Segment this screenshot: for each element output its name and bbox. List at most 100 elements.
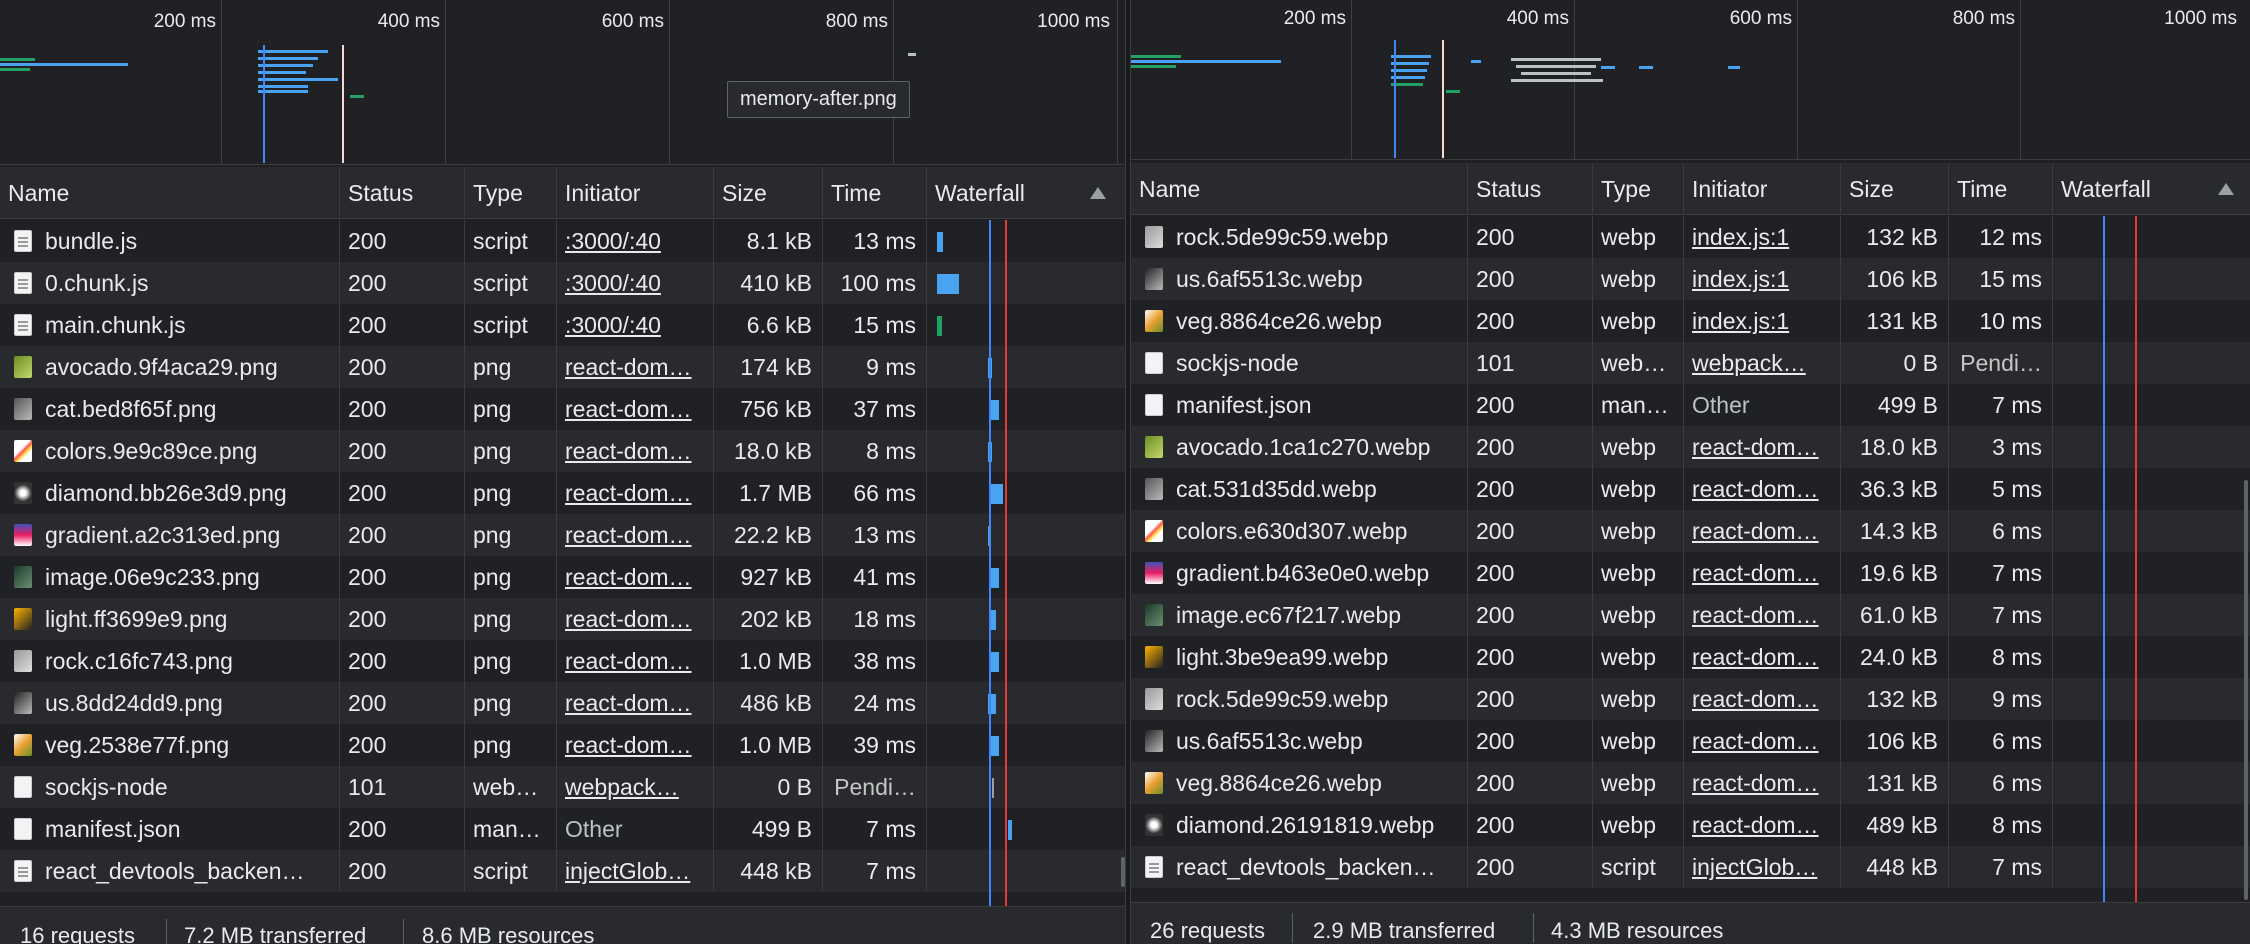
cell-initiator[interactable]: react-dom… — [557, 472, 714, 514]
cell-name[interactable]: us.6af5513c.webp — [1131, 720, 1468, 762]
cell-name[interactable]: react_devtools_backen… — [1131, 846, 1468, 888]
cell-name[interactable]: colors.e630d307.webp — [1131, 510, 1468, 552]
table-row[interactable]: us.8dd24dd9.png 200 png react-dom… 486 kB 24 … — [0, 682, 1125, 724]
column-header-size[interactable]: Size — [714, 167, 823, 219]
cell-initiator[interactable]: react-dom… — [1684, 678, 1841, 720]
cell-initiator-value[interactable]: react-dom… — [1692, 476, 1819, 502]
cell-initiator[interactable]: react-dom… — [557, 724, 714, 766]
table-row[interactable]: cat.531d35dd.webp 200 webp react-dom… 36.3 k… — [1131, 468, 2250, 510]
table-row[interactable]: us.6af5513c.webp 200 webp react-dom… 106 kB 6… — [1131, 720, 2250, 762]
column-header-type[interactable]: Type — [1593, 163, 1684, 215]
cell-name[interactable]: light.3be9ea99.webp — [1131, 636, 1468, 678]
cell-initiator[interactable]: react-dom… — [557, 514, 714, 556]
cell-initiator[interactable]: react-dom… — [557, 640, 714, 682]
cell-initiator[interactable]: react-dom… — [557, 598, 714, 640]
cell-initiator[interactable]: :3000/:40 — [557, 262, 714, 304]
cell-name[interactable]: cat.bed8f65f.png — [0, 388, 340, 430]
cell-initiator-value[interactable]: webpack… — [1692, 350, 1806, 376]
cell-name[interactable]: sockjs-node — [0, 766, 340, 808]
cell-initiator[interactable]: react-dom… — [557, 346, 714, 388]
cell-name[interactable]: veg.2538e77f.png — [0, 724, 340, 766]
cell-name[interactable]: colors.9e9c89ce.png — [0, 430, 340, 472]
table-row[interactable]: image.06e9c233.png 200 png react-dom… 927 kB… — [0, 556, 1125, 598]
cell-initiator[interactable]: index.js:1 — [1684, 258, 1841, 300]
table-row[interactable]: gradient.b463e0e0.webp 200 webp react-dom… 1… — [1131, 552, 2250, 594]
cell-initiator-value[interactable]: :3000/:40 — [565, 270, 661, 296]
cell-name[interactable]: diamond.26191819.webp — [1131, 804, 1468, 846]
column-header-name[interactable]: Name — [1131, 163, 1468, 215]
cell-name[interactable]: veg.8864ce26.webp — [1131, 300, 1468, 342]
table-row[interactable]: diamond.bb26e3d9.png 200 png react-dom… 1.7 … — [0, 472, 1125, 514]
cell-initiator-value[interactable]: react-dom… — [1692, 602, 1819, 628]
table-row[interactable]: main.chunk.js 200 script:3000/:40 6.6 kB 15 … — [0, 304, 1125, 346]
table-row[interactable]: veg.8864ce26.webp 200 webp react-dom… 131 kB… — [1131, 762, 2250, 804]
cell-initiator-value[interactable]: react-dom… — [565, 732, 692, 758]
column-header-initiator[interactable]: Initiator — [557, 167, 714, 219]
cell-initiator[interactable]: :3000/:40 — [557, 304, 714, 346]
cell-name[interactable]: manifest.json — [0, 808, 340, 850]
cell-initiator-value[interactable]: react-dom… — [565, 648, 692, 674]
cell-initiator-value[interactable]: react-dom… — [565, 522, 692, 548]
column-header-status[interactable]: Status — [340, 167, 465, 219]
cell-name[interactable]: gradient.b463e0e0.webp — [1131, 552, 1468, 594]
table-row[interactable]: us.6af5513c.webp 200 webp index.js:1 106 kB 1… — [1131, 258, 2250, 300]
cell-name[interactable]: avocado.1ca1c270.webp — [1131, 426, 1468, 468]
cell-initiator-value[interactable]: react-dom… — [1692, 770, 1819, 796]
column-header-name[interactable]: Name — [0, 167, 340, 219]
cell-name[interactable]: veg.8864ce26.webp — [1131, 762, 1468, 804]
table-row[interactable]: avocado.1ca1c270.webp 200 webp react-dom… 18… — [1131, 426, 2250, 468]
table-row[interactable]: colors.9e9c89ce.png 200 png react-dom… 18.0 … — [0, 430, 1125, 472]
column-header-type[interactable]: Type — [465, 167, 557, 219]
table-row[interactable]: rock.c16fc743.png 200 png react-dom… 1.0 MB 3… — [0, 640, 1125, 682]
table-row[interactable]: sockjs-node 101 web… webpack… 0 B Pendi… — [0, 766, 1125, 808]
cell-initiator[interactable]: react-dom… — [1684, 552, 1841, 594]
cell-initiator-value[interactable]: react-dom… — [1692, 686, 1819, 712]
cell-initiator[interactable]: react-dom… — [1684, 762, 1841, 804]
cell-initiator-value[interactable]: react-dom… — [565, 396, 692, 422]
column-header-time[interactable]: Time — [823, 167, 927, 219]
cell-initiator[interactable]: index.js:1 — [1684, 216, 1841, 258]
cell-initiator-value[interactable]: :3000/:40 — [565, 228, 661, 254]
column-header-time[interactable]: Time — [1949, 163, 2053, 215]
table-row[interactable]: rock.5de99c59.webp 200 webp index.js:1 132 k… — [1131, 216, 2250, 258]
table-row[interactable]: veg.2538e77f.png 200 png react-dom… 1.0 MB 39… — [0, 724, 1125, 766]
cell-initiator-value[interactable]: react-dom… — [565, 438, 692, 464]
cell-initiator-value[interactable]: react-dom… — [565, 606, 692, 632]
cell-initiator-value[interactable]: react-dom… — [1692, 812, 1819, 838]
table-row[interactable]: manifest.json 200 man… Other 499 B 7 ms — [1131, 384, 2250, 426]
cell-initiator-value[interactable]: react-dom… — [565, 690, 692, 716]
table-row[interactable]: light.3be9ea99.webp 200 webp react-dom… 24.0… — [1131, 636, 2250, 678]
cell-name[interactable]: manifest.json — [1131, 384, 1468, 426]
table-row[interactable]: gradient.a2c313ed.png 200 png react-dom… 22.… — [0, 514, 1125, 556]
cell-name[interactable]: main.chunk.js — [0, 304, 340, 346]
cell-initiator-value[interactable]: react-dom… — [1692, 434, 1819, 460]
cell-initiator[interactable]: react-dom… — [557, 430, 714, 472]
table-row[interactable]: colors.e630d307.webp 200 webp react-dom… 14.… — [1131, 510, 2250, 552]
cell-initiator[interactable]: injectGlob… — [1684, 846, 1841, 888]
table-row[interactable]: react_devtools_backen… 200 script injectGlo… — [1131, 846, 2250, 888]
table-row[interactable]: light.ff3699e9.png 200 png react-dom… 202 kB… — [0, 598, 1125, 640]
timeline-overview[interactable]: 200 ms 400 ms 600 ms 800 ms 1000 ms — [1131, 0, 2250, 160]
timeline-overview[interactable]: 200 ms 400 ms 600 ms 800 ms 1000 ms — [0, 0, 1125, 165]
cell-initiator[interactable]: react-dom… — [1684, 594, 1841, 636]
cell-initiator-value[interactable]: react-dom… — [565, 564, 692, 590]
cell-initiator-value[interactable]: index.js:1 — [1692, 266, 1789, 292]
cell-name[interactable]: us.8dd24dd9.png — [0, 682, 340, 724]
cell-initiator[interactable]: react-dom… — [1684, 426, 1841, 468]
table-row[interactable]: rock.5de99c59.webp 200 webp react-dom… 132 k… — [1131, 678, 2250, 720]
cell-initiator[interactable]: react-dom… — [557, 682, 714, 724]
column-header-size[interactable]: Size — [1841, 163, 1949, 215]
cell-name[interactable]: cat.531d35dd.webp — [1131, 468, 1468, 510]
cell-initiator[interactable]: injectGlob… — [557, 850, 714, 892]
column-header-status[interactable]: Status — [1468, 163, 1593, 215]
cell-initiator-value[interactable]: react-dom… — [1692, 518, 1819, 544]
cell-name[interactable]: 0.chunk.js — [0, 262, 340, 304]
table-row[interactable]: bundle.js 200 script:3000/:40 8.1 kB 13 ms — [0, 220, 1125, 262]
cell-initiator-value[interactable]: react-dom… — [1692, 644, 1819, 670]
cell-initiator[interactable]: webpack… — [1684, 342, 1841, 384]
cell-name[interactable]: avocado.9f4aca29.png — [0, 346, 340, 388]
cell-name[interactable]: sockjs-node — [1131, 342, 1468, 384]
column-header-initiator[interactable]: Initiator — [1684, 163, 1841, 215]
cell-initiator[interactable]: webpack… — [557, 766, 714, 808]
cell-initiator[interactable]: react-dom… — [557, 388, 714, 430]
